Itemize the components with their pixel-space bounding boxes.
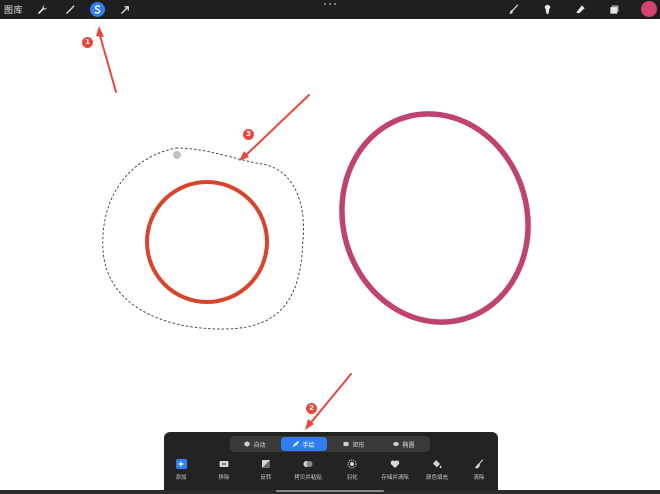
ellipse-icon <box>393 442 400 446</box>
selection-panel: 自动 手绘 矩形 椭圆 添加 移除 反转 拷贝并粘贴 羽化 存储并清除 颜色填充… <box>164 432 498 490</box>
annotation-badge-2: 2 <box>306 403 317 414</box>
brush-icon[interactable] <box>506 2 521 17</box>
clear-label: 清除 <box>473 475 485 481</box>
magic-wand-icon[interactable] <box>63 2 78 17</box>
drag-handle[interactable] <box>324 3 336 7</box>
annotation-arrow-2 <box>308 373 352 426</box>
mode-tab-ellipse[interactable]: 椭圆 <box>381 437 427 451</box>
top-toolbar: 图库 <box>0 0 660 19</box>
mode-label-ellipse: 椭圆 <box>402 441 415 449</box>
feather-button[interactable]: 羽化 <box>330 459 374 487</box>
clear-icon <box>474 459 485 469</box>
remove-icon <box>219 459 230 469</box>
layers-icon[interactable] <box>607 2 622 17</box>
transform-arrow-icon[interactable] <box>118 2 133 17</box>
selection-mode-segmented-control: 自动 手绘 矩形 椭圆 <box>230 436 430 452</box>
pink-ellipse-shape <box>339 111 531 325</box>
selection-actions: 添加 移除 反转 拷贝并粘贴 羽化 存储并清除 颜色填充 清除 <box>164 459 498 487</box>
color-fill-button[interactable]: 颜色填充 <box>415 459 459 487</box>
annotation-arrow-3 <box>243 94 310 158</box>
rectangle-icon <box>343 442 349 446</box>
freehand-icon <box>293 441 300 447</box>
clear-button[interactable]: 清除 <box>457 459 501 487</box>
mode-label-freehand: 手绘 <box>302 441 315 449</box>
copy-paste-label: 拷贝并粘贴 <box>294 475 322 481</box>
save-clear-icon <box>390 459 401 469</box>
save-clear-label: 存储并清除 <box>381 475 409 481</box>
add-label: 添加 <box>175 475 187 481</box>
annotation-badge-1: 1 <box>82 37 93 48</box>
mode-tab-automatic[interactable]: 自动 <box>232 437 278 451</box>
save-clear-button[interactable]: 存储并清除 <box>373 459 417 487</box>
selection-icon[interactable] <box>90 2 105 17</box>
eraser-icon[interactable] <box>573 2 588 17</box>
invert-icon <box>261 459 272 469</box>
copy-paste-button[interactable]: 拷贝并粘贴 <box>286 459 330 487</box>
smudge-icon[interactable] <box>540 2 555 17</box>
automatic-icon <box>244 441 251 447</box>
add-icon <box>175 459 187 469</box>
annotation-badge-3: 3 <box>243 129 254 140</box>
remove-label: 移除 <box>218 475 230 481</box>
mode-label-rectangle: 矩形 <box>352 441 365 449</box>
lasso-start-node <box>173 151 181 159</box>
mode-label-automatic: 自动 <box>253 441 266 449</box>
remove-button[interactable]: 移除 <box>202 459 246 487</box>
invert-label: 反转 <box>260 475 272 481</box>
color-fill-icon <box>432 459 443 469</box>
add-button[interactable]: 添加 <box>159 459 203 487</box>
mode-tab-freehand[interactable]: 手绘 <box>281 437 327 451</box>
feather-label: 羽化 <box>346 475 358 481</box>
color-picker-swatch[interactable] <box>641 1 657 17</box>
wrench-icon[interactable] <box>35 2 50 17</box>
annotation-arrow-1 <box>98 31 117 93</box>
invert-button[interactable]: 反转 <box>244 459 288 487</box>
mode-tab-rectangle[interactable]: 矩形 <box>331 437 377 451</box>
gallery-button[interactable]: 图库 <box>4 3 23 16</box>
red-circle-shape <box>145 180 269 304</box>
feather-icon <box>347 459 358 469</box>
drawing-canvas[interactable] <box>0 19 660 494</box>
color-fill-label: 颜色填充 <box>425 475 448 481</box>
copy-paste-icon <box>303 459 314 469</box>
home-indicator <box>276 490 384 492</box>
